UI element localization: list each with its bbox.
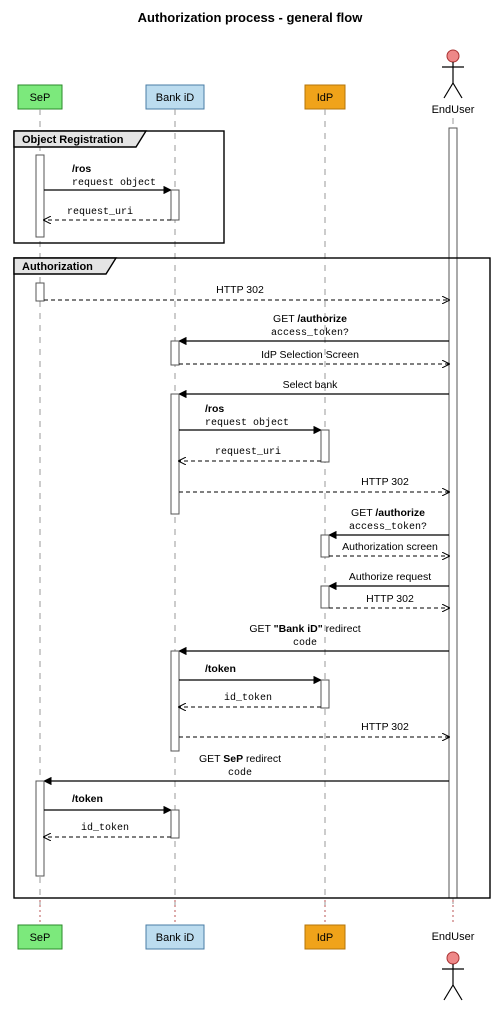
msg-bankid-redirect: GET "Bank iD" redirect xyxy=(249,623,360,635)
activation-sep-reg xyxy=(36,155,44,237)
msg-ros-1-sub: request object xyxy=(72,177,156,189)
msg-get-authorize-1: GET /authorize xyxy=(273,313,347,325)
svg-text:code: code xyxy=(228,767,252,779)
msg-http302-2: HTTP 302 xyxy=(361,476,409,488)
msg-get-authorize-2: GET /authorize xyxy=(351,507,425,519)
participant-sep: SeP xyxy=(18,85,62,109)
activation-enduser xyxy=(449,128,457,898)
msg-idp-selection: IdP Selection Screen xyxy=(261,349,359,361)
participant-idp-footer: IdP xyxy=(305,925,345,949)
msg-idtoken-2: id_token xyxy=(81,822,129,834)
msg-ros-1: /ros xyxy=(72,163,91,175)
msg-sep-redirect: GET SeP redirect xyxy=(199,753,281,765)
svg-text:request object: request object xyxy=(205,417,289,429)
participant-idp: IdP xyxy=(305,85,345,109)
diagram-title: Authorization process - general flow xyxy=(138,10,364,25)
msg-http302-1: HTTP 302 xyxy=(216,284,264,296)
svg-text:code: code xyxy=(293,637,317,649)
svg-text:SeP: SeP xyxy=(30,92,51,104)
svg-text:Bank iD: Bank iD xyxy=(156,932,195,944)
msg-http302-4: HTTP 302 xyxy=(361,721,409,733)
msg-ros-2: /ros xyxy=(205,403,224,415)
svg-text:Bank iD: Bank iD xyxy=(156,92,195,104)
svg-text:access_token?: access_token? xyxy=(349,521,427,533)
msg-idtoken-1: id_token xyxy=(224,692,272,704)
svg-text:access_token?: access_token? xyxy=(271,327,349,339)
msg-select-bank: Select bank xyxy=(283,379,339,391)
msg-request-uri-2: request_uri xyxy=(215,446,281,458)
svg-text:EndUser: EndUser xyxy=(432,104,475,116)
msg-request-uri-1: request_uri xyxy=(67,206,133,218)
svg-text:SeP: SeP xyxy=(30,932,51,944)
msg-authorize-request: Authorize request xyxy=(349,571,431,583)
msg-auth-screen: Authorization screen xyxy=(342,541,438,553)
svg-text:Object Registration: Object Registration xyxy=(22,134,124,146)
svg-text:IdP: IdP xyxy=(317,932,334,944)
participant-bank-footer: Bank iD xyxy=(146,925,204,949)
participant-sep-footer: SeP xyxy=(18,925,62,949)
msg-token-1: /token xyxy=(205,663,236,675)
svg-text:Authorization: Authorization xyxy=(22,261,93,273)
svg-text:IdP: IdP xyxy=(317,92,334,104)
sequence-diagram: Authorization process - general flow SeP… xyxy=(0,0,500,1012)
msg-token-2: /token xyxy=(72,793,103,805)
participant-enduser-footer: EndUser xyxy=(432,931,475,1000)
msg-http302-3: HTTP 302 xyxy=(366,593,414,605)
svg-text:EndUser: EndUser xyxy=(432,931,475,943)
participant-enduser: EndUser xyxy=(432,50,475,116)
participant-bank: Bank iD xyxy=(146,85,204,109)
